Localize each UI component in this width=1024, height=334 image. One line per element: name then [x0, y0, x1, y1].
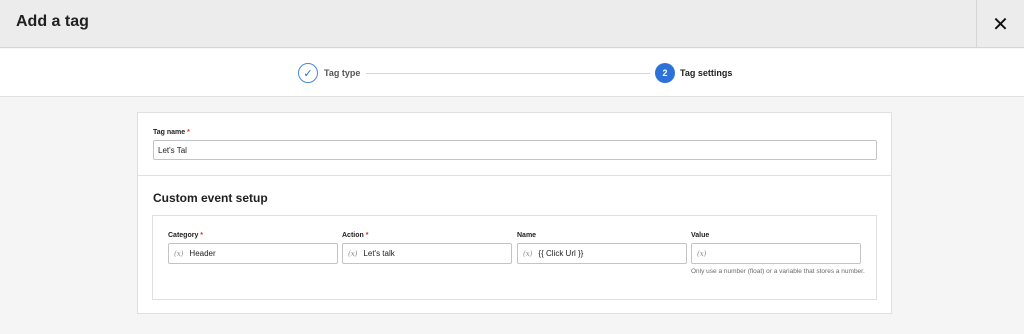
dialog-title: Add a tag [16, 13, 89, 30]
value-label: Value [691, 232, 861, 242]
value-input[interactable]: (x) [691, 243, 861, 264]
section-divider [138, 175, 891, 176]
variable-icon[interactable]: (x) [174, 250, 183, 258]
name-label-text: Name [517, 232, 537, 239]
step-tag-type-label[interactable]: Tag type [324, 68, 360, 78]
action-label-text: Action [342, 232, 364, 239]
category-input[interactable]: (x) Header [168, 243, 338, 264]
tag-name-label: Tag name * [153, 129, 190, 136]
step-tag-settings-indicator: 2 [655, 63, 675, 83]
category-label: Category * [168, 232, 338, 242]
required-asterisk: * [200, 232, 204, 239]
dialog-header: Add a tag ✕ [0, 0, 1024, 48]
close-icon: ✕ [992, 13, 1009, 36]
check-icon: ✓ [303, 67, 313, 80]
variable-icon[interactable]: (x) [697, 250, 706, 258]
close-button[interactable]: ✕ [977, 0, 1024, 48]
tag-name-input[interactable]: Let's Tal [153, 140, 877, 160]
value-field: Value (x) Only use a number (float) or a… [691, 232, 865, 276]
step-connector [366, 73, 650, 74]
name-field: Name (x) {{ Click Url }} [517, 232, 687, 264]
category-label-text: Category [168, 232, 199, 239]
required-asterisk: * [187, 129, 190, 136]
tag-name-label-text: Tag name [153, 129, 186, 136]
custom-event-fields: Category * (x) Header Action * (x) Let's… [152, 215, 877, 300]
step-tag-settings-label: Tag settings [680, 68, 733, 78]
tag-settings-card: Tag name * Let's Tal Custom event setup … [137, 112, 892, 314]
custom-event-title: Custom event setup [153, 191, 268, 205]
category-value: Header [189, 249, 216, 258]
step-tag-type-indicator[interactable]: ✓ [298, 63, 318, 83]
name-label: Name [517, 232, 687, 242]
action-value: Let's talk [363, 249, 395, 258]
action-field: Action * (x) Let's talk [342, 232, 512, 264]
action-label: Action * [342, 232, 512, 242]
action-input[interactable]: (x) Let's talk [342, 243, 512, 264]
value-label-text: Value [691, 232, 710, 239]
name-input[interactable]: (x) {{ Click Url }} [517, 243, 687, 264]
required-asterisk: * [365, 232, 369, 239]
variable-icon[interactable]: (x) [348, 250, 357, 258]
value-helper-text: Only use a number (float) or a variable … [691, 268, 865, 275]
variable-icon[interactable]: (x) [523, 250, 532, 258]
name-value: {{ Click Url }} [538, 249, 584, 258]
category-field: Category * (x) Header [168, 232, 338, 264]
stepper: ✓ Tag type 2 Tag settings [0, 49, 1024, 97]
